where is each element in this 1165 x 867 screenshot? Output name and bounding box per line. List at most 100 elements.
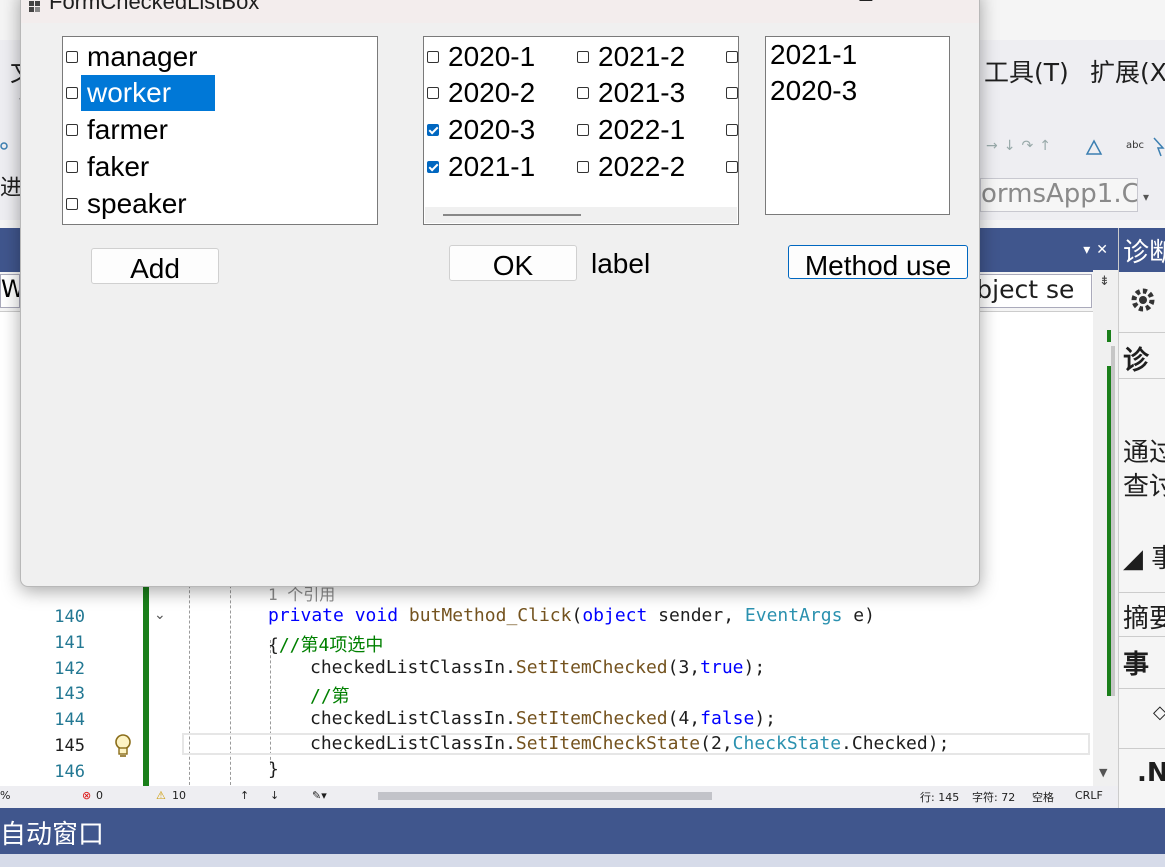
scroll-thumb[interactable] <box>443 214 581 216</box>
spellcheck-icon[interactable]: abc <box>1126 140 1144 151</box>
toolbar-icon[interactable] <box>0 140 10 152</box>
list-item[interactable]: 2020-3 <box>770 73 857 109</box>
list-item[interactable]: 2021-1 <box>770 37 857 73</box>
code-token: } <box>268 759 279 780</box>
autos-window-title[interactable]: 自动窗口 <box>0 814 104 851</box>
error-count[interactable]: 0 <box>96 789 103 802</box>
collapse-chevron-icon[interactable]: ⌄ <box>154 607 166 623</box>
code-token: ( <box>571 605 583 626</box>
lightbulb-icon[interactable] <box>112 733 134 759</box>
toolbar-left-label: 进 <box>0 176 23 201</box>
year-checked-listbox[interactable]: 2020-1 2020-2 2020-3 2021-1 2021-2 2021-… <box>423 36 739 225</box>
nav-down-icon[interactable]: ↓ <box>270 789 279 802</box>
keyword: true <box>700 657 744 678</box>
checkbox[interactable] <box>577 124 589 136</box>
method-name: SetItemCheckState <box>515 733 701 754</box>
pointer-icon[interactable] <box>1152 136 1165 160</box>
result-listbox[interactable]: 2021-1 2020-3 <box>765 36 950 215</box>
error-icon[interactable]: ⊗ <box>82 789 91 802</box>
scroll-down-icon[interactable]: ▼ <box>1099 766 1107 779</box>
keyword: private <box>268 605 344 626</box>
checkbox[interactable] <box>66 87 78 99</box>
list-item-label: manager <box>87 41 198 72</box>
code-line-141[interactable]: {//第4项选中 <box>268 631 383 657</box>
horizontal-scrollbar[interactable] <box>425 207 737 223</box>
code-comment: //第4项选中 <box>278 635 384 656</box>
checkbox[interactable] <box>726 161 738 173</box>
maximize-button[interactable]: ☐ <box>843 0 889 13</box>
diamond-icon: ◇ <box>1153 702 1165 723</box>
gear-icon[interactable] <box>1129 286 1157 314</box>
scroll-thumb[interactable] <box>1111 346 1115 696</box>
editor-vertical-scrollbar[interactable]: ⇟ ▼ <box>1093 270 1118 786</box>
checkbox[interactable] <box>726 51 738 63</box>
code-line-144[interactable]: checkedListClassIn.SetItemChecked(4,fals… <box>310 708 776 729</box>
checkbox[interactable] <box>726 87 738 99</box>
warning-icon[interactable]: ⚠ <box>156 789 166 802</box>
code-line-145[interactable]: checkedListClassIn.SetItemCheckState(2,C… <box>310 733 949 754</box>
line-indicator[interactable]: 行: 145 <box>920 789 959 805</box>
diagnostics-title[interactable]: 诊断 <box>1119 228 1165 272</box>
events-section[interactable]: ◢ 事 <box>1123 538 1165 575</box>
split-icon[interactable]: ⇟ <box>1099 274 1110 289</box>
char-indicator[interactable]: 字符: 72 <box>972 789 1015 805</box>
scroll-marker <box>1107 330 1111 342</box>
horizontal-scroll-thumb[interactable] <box>378 792 712 800</box>
code-token: checkedListClassIn. <box>310 708 516 729</box>
list-item-label: 2022-2 <box>598 151 686 182</box>
nav-class-dropdown[interactable]: W <box>0 274 20 308</box>
combo-arrow-icon[interactable]: ▾ <box>1143 190 1149 204</box>
autos-window-header: 自动窗口 <box>0 808 1165 854</box>
editor-status-strip: % ⊗ 0 ⚠ 10 ↑ ↓ ✎▾ 行: 145 字符: 72 空格 CRLF <box>0 786 1118 808</box>
eol-indicator[interactable]: CRLF <box>1075 789 1103 802</box>
code-token: e) <box>842 605 875 626</box>
title-bar[interactable]: FormCheckedListBox — ☐ ✕ <box>21 0 979 23</box>
list-item-label: 2021-3 <box>598 77 686 108</box>
checkbox[interactable] <box>577 161 589 173</box>
whitespace-indicator[interactable]: 空格 <box>1032 789 1054 805</box>
checkbox[interactable] <box>577 51 589 63</box>
checkbox[interactable] <box>427 87 439 99</box>
status-label: label <box>591 248 651 279</box>
code-line-143[interactable]: //第 <box>310 682 350 708</box>
checkbox-checked[interactable] <box>427 161 439 173</box>
menu-item-extensions[interactable]: 扩展(X <box>1090 53 1165 89</box>
add-button[interactable]: Add <box>91 248 219 284</box>
checkbox[interactable] <box>726 124 738 136</box>
code-line-140[interactable]: private void butMethod_Click(object send… <box>268 605 875 626</box>
brush-icon[interactable]: ✎▾ <box>312 789 327 802</box>
events-label: 事 <box>1123 650 1150 680</box>
class-checked-listbox[interactable]: manager worker farmer faker speaker <box>62 36 378 225</box>
checkbox[interactable] <box>577 87 589 99</box>
summary-tab[interactable]: 摘要 <box>1123 598 1165 635</box>
divider <box>1119 748 1165 749</box>
list-item-label: speaker <box>87 188 187 219</box>
diagnostics-text: 查讨 <box>1123 472 1165 502</box>
code-line-142[interactable]: checkedListClassIn.SetItemChecked(3,true… <box>310 657 765 678</box>
checkbox[interactable] <box>66 198 78 210</box>
code-line-146[interactable]: } <box>268 759 279 780</box>
project-combo[interactable]: ormsApp1.C <box>980 178 1138 212</box>
checkbox[interactable] <box>66 51 78 63</box>
menu-item-tools[interactable]: 工具(T) <box>984 53 1069 89</box>
ok-button[interactable]: OK <box>449 245 577 281</box>
method-use-button[interactable]: Method use <box>788 245 968 281</box>
checkbox-checked[interactable] <box>427 124 439 136</box>
indent-guide <box>189 560 190 790</box>
step-arrows-icon[interactable]: →↓↷↑ <box>986 138 1057 154</box>
warning-count[interactable]: 10 <box>172 789 186 802</box>
close-button[interactable]: ✕ <box>919 0 965 13</box>
checkbox[interactable] <box>66 124 78 136</box>
breakpoint-icon[interactable] <box>1084 136 1104 160</box>
keyword: void <box>354 605 399 626</box>
line-number: 144 <box>54 710 85 730</box>
nav-up-icon[interactable]: ↑ <box>240 789 249 802</box>
checkbox[interactable] <box>427 51 439 63</box>
list-item-label: 2020-3 <box>448 114 536 145</box>
zoom-level[interactable]: % <box>0 789 10 802</box>
list-item-label: 2020-1 <box>448 41 536 72</box>
divider <box>1119 688 1165 689</box>
tab-overflow-icon[interactable]: ▾✕ <box>1083 242 1114 258</box>
checkbox[interactable] <box>66 161 78 173</box>
minimize-button[interactable]: — <box>769 0 815 13</box>
